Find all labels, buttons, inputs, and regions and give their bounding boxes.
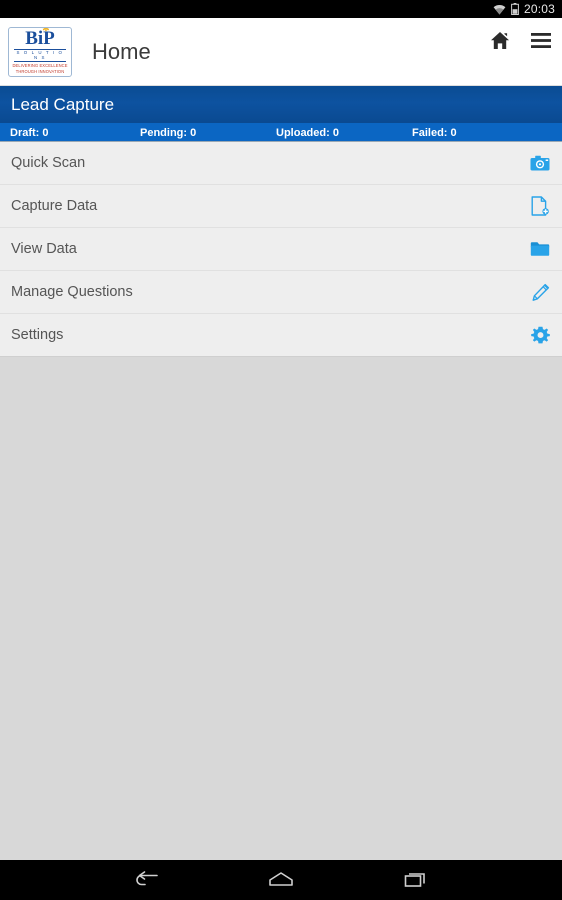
wifi-icon	[493, 4, 506, 15]
recents-button[interactable]	[396, 860, 436, 900]
stat-uploaded: Uploaded: 0	[276, 126, 339, 139]
section-title-bar: Lead Capture	[0, 86, 562, 123]
menu-item-manage-questions[interactable]: Manage Questions	[0, 271, 562, 314]
android-navigation-bar	[0, 860, 562, 900]
section-title: Lead Capture	[11, 94, 115, 114]
stat-draft: Draft: 0	[10, 126, 49, 139]
camera-icon	[529, 152, 551, 174]
menu-item-settings[interactable]: Settings	[0, 314, 562, 357]
menu-item-label: Capture Data	[11, 198, 98, 214]
status-bar: 20:03	[0, 0, 562, 18]
menu-item-capture-data[interactable]: Capture Data	[0, 185, 562, 228]
menu-icon[interactable]	[530, 32, 552, 49]
main-menu-list: Quick Scan Capture Data View Data Manage…	[0, 142, 562, 357]
back-button[interactable]	[126, 860, 166, 900]
gear-icon	[529, 324, 551, 346]
app-screen: 20:03 ❋ BiP S O L U T I O N S DELIVERING…	[0, 0, 562, 900]
logo-star-icon: ❋	[41, 26, 51, 34]
logo-brand-text: ❋ BiP	[25, 26, 55, 48]
menu-item-quick-scan[interactable]: Quick Scan	[0, 142, 562, 185]
menu-item-label: Quick Scan	[11, 155, 86, 171]
menu-item-view-data[interactable]: View Data	[0, 228, 562, 271]
stat-pending: Pending: 0	[140, 126, 197, 139]
empty-content-area	[0, 357, 562, 860]
folder-icon	[529, 238, 551, 260]
home-button[interactable]	[261, 860, 301, 900]
battery-icon	[511, 3, 519, 15]
stats-bar: Draft: 0 Pending: 0 Uploaded: 0 Failed: …	[0, 123, 562, 142]
menu-item-label: Manage Questions	[11, 284, 133, 300]
pencil-icon	[529, 281, 551, 303]
logo-subtitle: S O L U T I O N S	[14, 48, 66, 62]
logo-tagline-line2: THROUGH INNOVATION	[15, 68, 65, 74]
document-add-icon	[529, 195, 551, 217]
page-title: Home	[92, 38, 151, 64]
menu-item-label: View Data	[11, 241, 77, 257]
app-bar-actions	[490, 18, 552, 85]
home-icon[interactable]	[490, 31, 510, 50]
menu-item-label: Settings	[11, 327, 64, 343]
app-bar: ❋ BiP S O L U T I O N S DELIVERING EXCEL…	[0, 18, 562, 86]
stat-failed: Failed: 0	[412, 126, 457, 139]
bip-solutions-logo: ❋ BiP S O L U T I O N S DELIVERING EXCEL…	[8, 26, 72, 77]
status-bar-clock: 20:03	[523, 2, 555, 16]
